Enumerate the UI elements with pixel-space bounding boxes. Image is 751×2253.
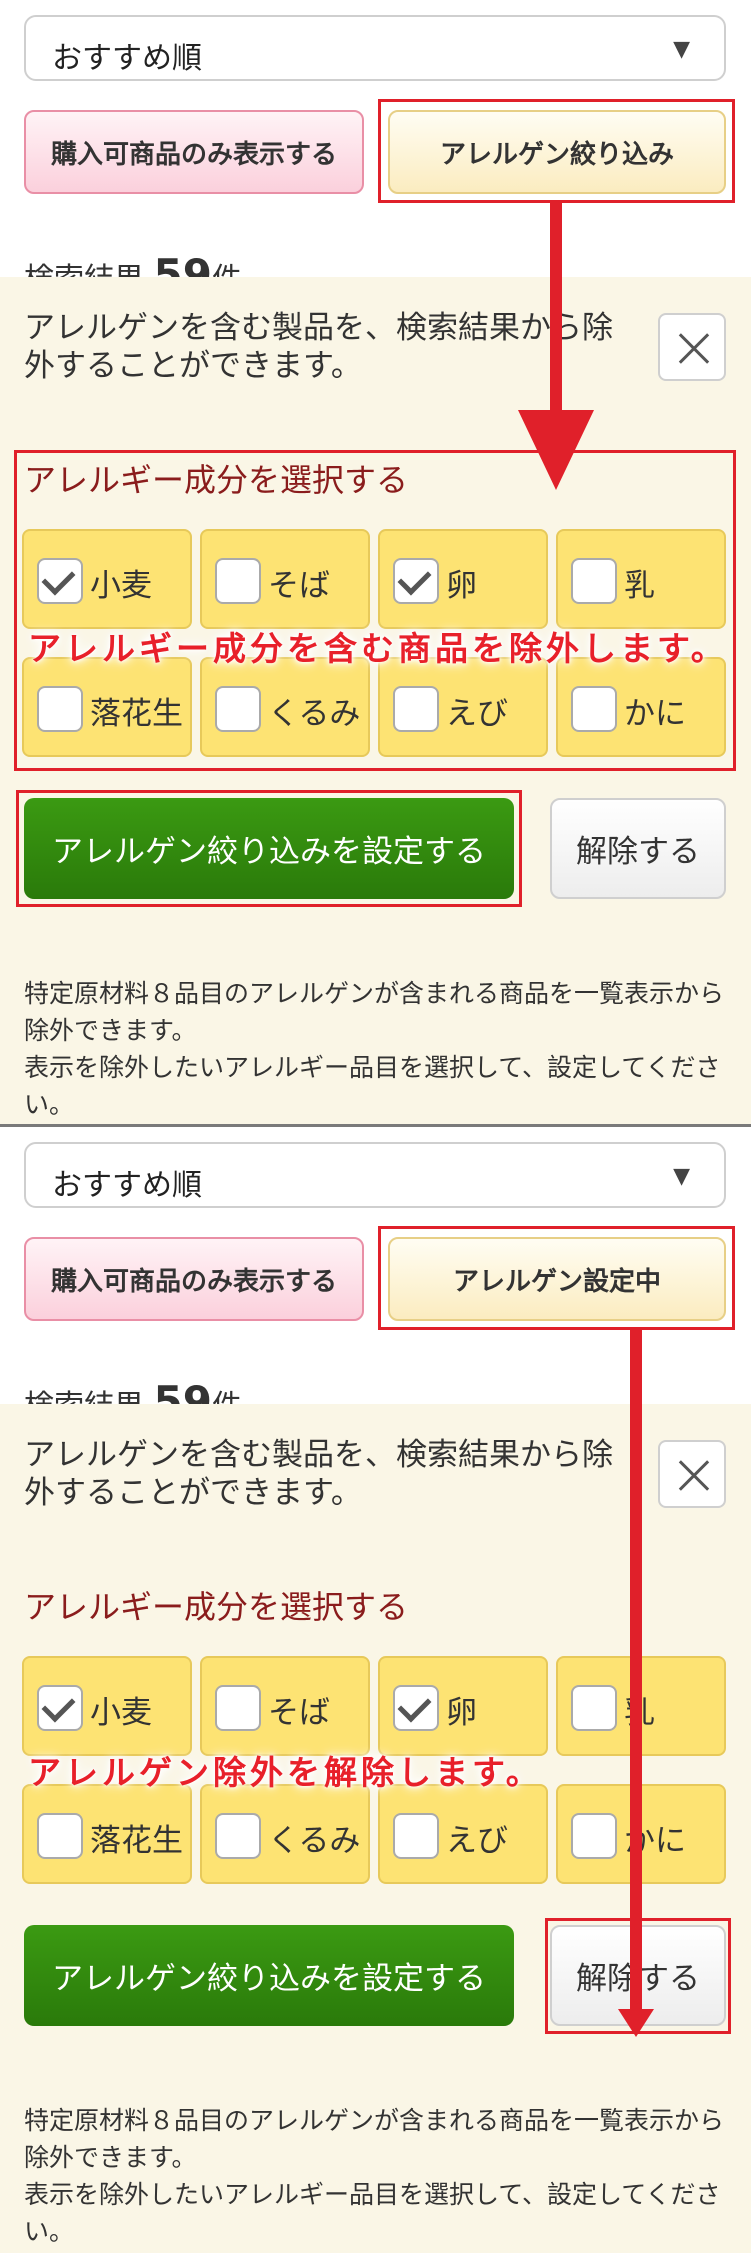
screen-panel-2: おすすめ順 ▼ 購入可商品のみ表示する アレルゲン設定中 検索結果 59件 アレ… — [0, 1127, 751, 2253]
screen-panel-1: おすすめ順 ▼ 購入可商品のみ表示する アレルゲン絞り込み 検索結果 59件 ア… — [0, 0, 751, 1126]
annotation-arrow — [618, 1330, 654, 2037]
annotation-arrow — [518, 203, 594, 490]
